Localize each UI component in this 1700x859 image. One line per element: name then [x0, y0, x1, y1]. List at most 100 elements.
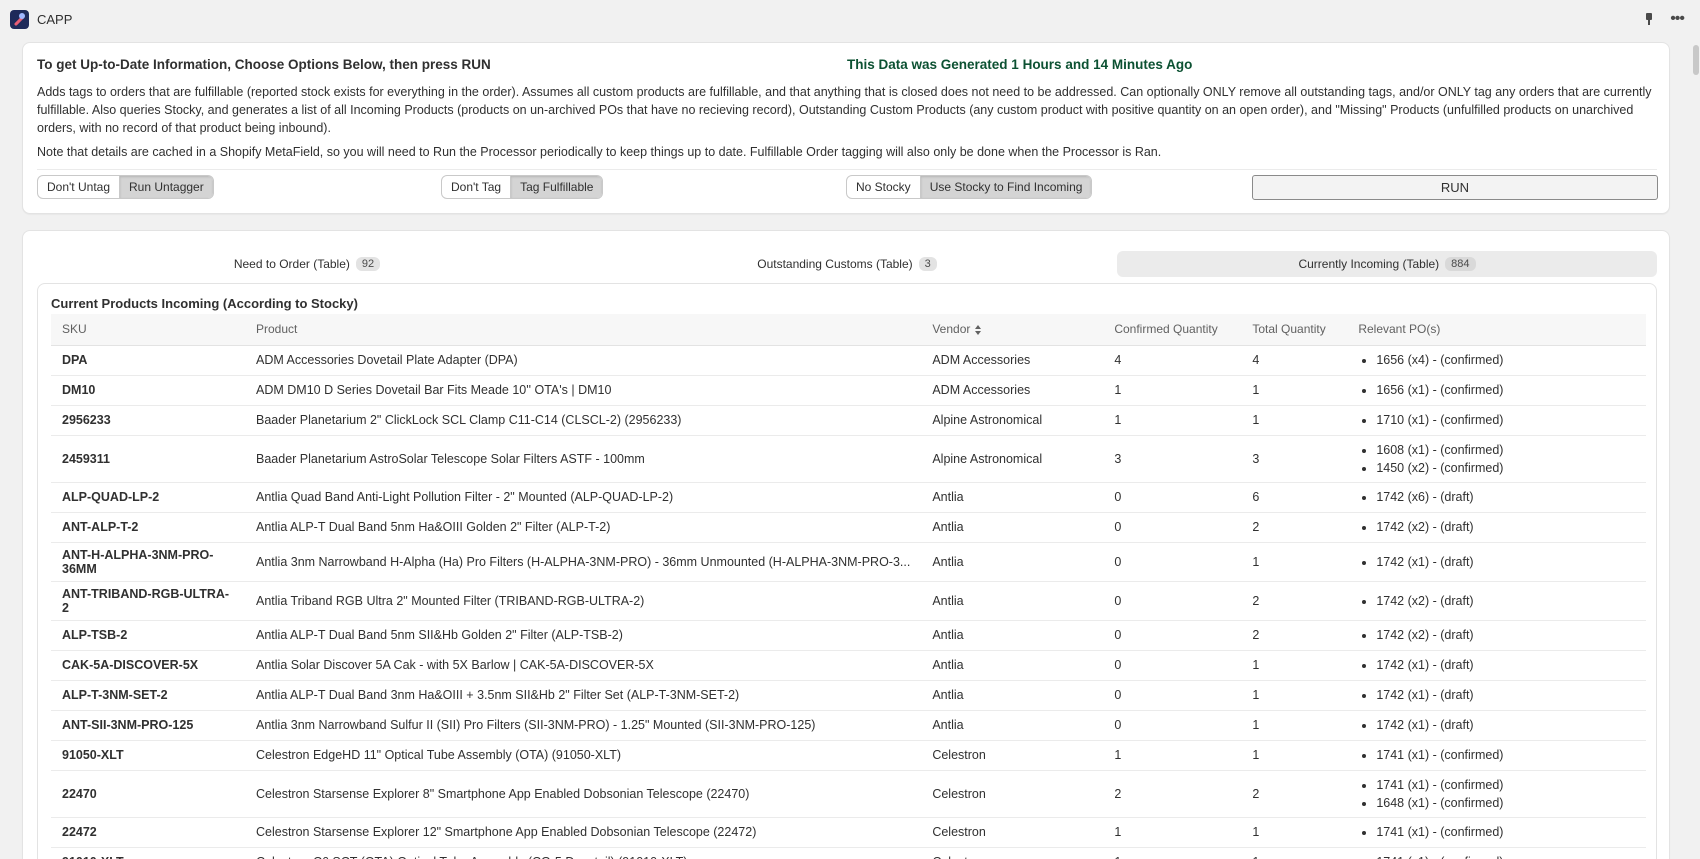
tab-label: Need to Order (Table) [233, 257, 350, 271]
cell-sku: 2956233 [51, 405, 245, 436]
po-item: 1608 (x1) - (confirmed) [1376, 441, 1635, 459]
results-card: Need to Order (Table) 92 Outstanding Cus… [22, 230, 1670, 859]
col-header-confirmed[interactable]: Confirmed Quantity [1103, 314, 1242, 346]
sort-icon[interactable] [974, 325, 982, 336]
cell-total-qty: 6 [1241, 482, 1348, 513]
cell-product: ADM Accessories Dovetail Plate Adapter (… [245, 345, 922, 376]
cell-sku: ALP-T-3NM-SET-2 [51, 680, 245, 711]
cell-product: Antlia ALP-T Dual Band 3nm Ha&OIII + 3.5… [245, 680, 922, 711]
page-scrollbar[interactable] [1692, 41, 1700, 859]
po-list: 1742 (x1) - (draft) [1358, 716, 1635, 734]
more-options-icon[interactable]: ••• [1670, 11, 1685, 27]
dont-tag-option[interactable]: Don't Tag [442, 176, 510, 198]
col-header-product[interactable]: Product [245, 314, 922, 346]
cell-product: Antlia Quad Band Anti-Light Pollution Fi… [245, 482, 922, 513]
cell-relevant-pos: 1608 (x1) - (confirmed)1450 (x2) - (conf… [1347, 435, 1646, 483]
cell-confirmed-qty: 1 [1103, 405, 1242, 436]
col-header-total[interactable]: Total Quantity [1241, 314, 1348, 346]
cell-product: Antlia ALP-T Dual Band 5nm Ha&OIII Golde… [245, 512, 922, 543]
controls-heading: To get Up-to-Date Information, Choose Op… [37, 57, 491, 72]
cell-confirmed-qty: 1 [1103, 375, 1242, 406]
cell-relevant-pos: 1741 (x1) - (confirmed) [1347, 817, 1646, 848]
table-row: DPA ADM Accessories Dovetail Plate Adapte… [51, 345, 1646, 376]
cell-vendor: ADM Accessories [921, 375, 1104, 406]
run-button[interactable]: RUN [1252, 175, 1658, 200]
cell-confirmed-qty: 0 [1103, 620, 1242, 651]
incoming-panel: Current Products Incoming (According to … [37, 283, 1657, 859]
tag-fulfillable-option[interactable]: Tag Fulfillable [510, 176, 603, 198]
cell-confirmed-qty: 0 [1103, 650, 1242, 681]
tab-need-to-order[interactable]: Need to Order (Table) 92 [37, 251, 577, 277]
cell-sku: DPA [51, 345, 245, 376]
po-item: 1742 (x1) - (draft) [1376, 686, 1635, 704]
cell-vendor: Antlia [921, 482, 1104, 513]
cell-total-qty: 3 [1241, 435, 1348, 483]
cell-total-qty: 1 [1241, 405, 1348, 436]
po-list: 1742 (x1) - (draft) [1358, 656, 1635, 674]
cell-vendor: Celestron [921, 847, 1104, 859]
po-list: 1742 (x2) - (draft) [1358, 518, 1635, 536]
cell-product: Antlia 3nm Narrowband Sulfur II (SII) Pr… [245, 710, 922, 741]
no-stocky-option[interactable]: No Stocky [847, 176, 920, 198]
po-item: 1741 (x1) - (confirmed) [1376, 853, 1635, 859]
cell-confirmed-qty: 0 [1103, 512, 1242, 543]
cell-total-qty: 1 [1241, 650, 1348, 681]
cell-product: Celestron Starsense Explorer 8" Smartpho… [245, 770, 922, 818]
table-row: ALP-QUAD-LP-2 Antlia Quad Band Anti-Light… [51, 482, 1646, 513]
table-row: ANT-SII-3NM-PRO-125 Antlia 3nm Narrowband… [51, 710, 1646, 741]
col-header-vendor[interactable]: Vendor [921, 314, 1104, 346]
cell-confirmed-qty: 1 [1103, 740, 1242, 771]
cell-total-qty: 2 [1241, 581, 1348, 621]
po-list: 1742 (x6) - (draft) [1358, 488, 1635, 506]
cell-total-qty: 2 [1241, 620, 1348, 651]
po-list: 1742 (x1) - (draft) [1358, 686, 1635, 704]
po-list: 1608 (x1) - (confirmed)1450 (x2) - (conf… [1358, 441, 1635, 477]
cell-product: Antlia ALP-T Dual Band 5nm SII&Hb Golden… [245, 620, 922, 651]
untag-toggle[interactable]: Don't Untag Run Untagger [37, 175, 214, 199]
cell-sku: ALP-TSB-2 [51, 620, 245, 651]
cell-confirmed-qty: 2 [1103, 770, 1242, 818]
controls-divider [37, 169, 1657, 170]
cell-relevant-pos: 1742 (x6) - (draft) [1347, 482, 1646, 513]
app-header: CAPP ••• [0, 0, 1700, 38]
run-untagger-option[interactable]: Run Untagger [119, 176, 213, 198]
cell-sku: 2459311 [51, 435, 245, 483]
cell-total-qty: 1 [1241, 847, 1348, 859]
tab-currently-incoming[interactable]: Currently Incoming (Table) 884 [1117, 251, 1657, 277]
po-list: 1741 (x1) - (confirmed) [1358, 823, 1635, 841]
dont-untag-option[interactable]: Don't Untag [38, 176, 119, 198]
results-tabs: Need to Order (Table) 92 Outstanding Cus… [37, 251, 1657, 277]
use-stocky-option[interactable]: Use Stocky to Find Incoming [919, 176, 1092, 198]
cache-note: Note that details are cached in a Shopif… [37, 145, 1162, 159]
cell-total-qty: 1 [1241, 680, 1348, 711]
cell-total-qty: 2 [1241, 512, 1348, 543]
table-body: DPA ADM Accessories Dovetail Plate Adapte… [51, 345, 1646, 859]
cell-product: Antlia Solar Discover 5A Cak - with 5X B… [245, 650, 922, 681]
po-item: 1656 (x1) - (confirmed) [1376, 381, 1635, 399]
table-row: ALP-TSB-2 Antlia ALP-T Dual Band 5nm SII&… [51, 620, 1646, 651]
cell-product: Antlia Triband RGB Ultra 2" Mounted Filt… [245, 581, 922, 621]
scrollbar-thumb[interactable] [1693, 45, 1699, 75]
cell-vendor: Antlia [921, 710, 1104, 741]
cell-sku: ANT-H-ALPHA-3NM-PRO-36MM [51, 542, 245, 582]
cell-confirmed-qty: 3 [1103, 435, 1242, 483]
pin-icon[interactable] [1642, 12, 1656, 26]
tab-outstanding-customs[interactable]: Outstanding Customs (Table) 3 [577, 251, 1117, 277]
cell-sku: 22470 [51, 770, 245, 818]
cell-confirmed-qty: 0 [1103, 581, 1242, 621]
col-header-sku[interactable]: SKU [51, 314, 245, 346]
cell-sku: 91050-XLT [51, 740, 245, 771]
tab-count-badge: 884 [1445, 257, 1476, 271]
po-list: 1710 (x1) - (confirmed) [1358, 411, 1635, 429]
cell-confirmed-qty: 4 [1103, 345, 1242, 376]
cell-sku: ANT-SII-3NM-PRO-125 [51, 710, 245, 741]
cell-vendor: ADM Accessories [921, 345, 1104, 376]
tag-toggle[interactable]: Don't Tag Tag Fulfillable [441, 175, 604, 199]
col-header-pos[interactable]: Relevant PO(s) [1347, 314, 1646, 346]
stocky-toggle[interactable]: No Stocky Use Stocky to Find Incoming [846, 175, 1093, 199]
description-text: Adds tags to orders that are fulfillable… [37, 85, 1652, 135]
po-item: 1741 (x1) - (confirmed) [1376, 776, 1635, 794]
tab-label: Outstanding Customs (Table) [757, 257, 913, 271]
po-item: 1742 (x1) - (draft) [1376, 553, 1635, 571]
app-title: CAPP [37, 11, 73, 27]
